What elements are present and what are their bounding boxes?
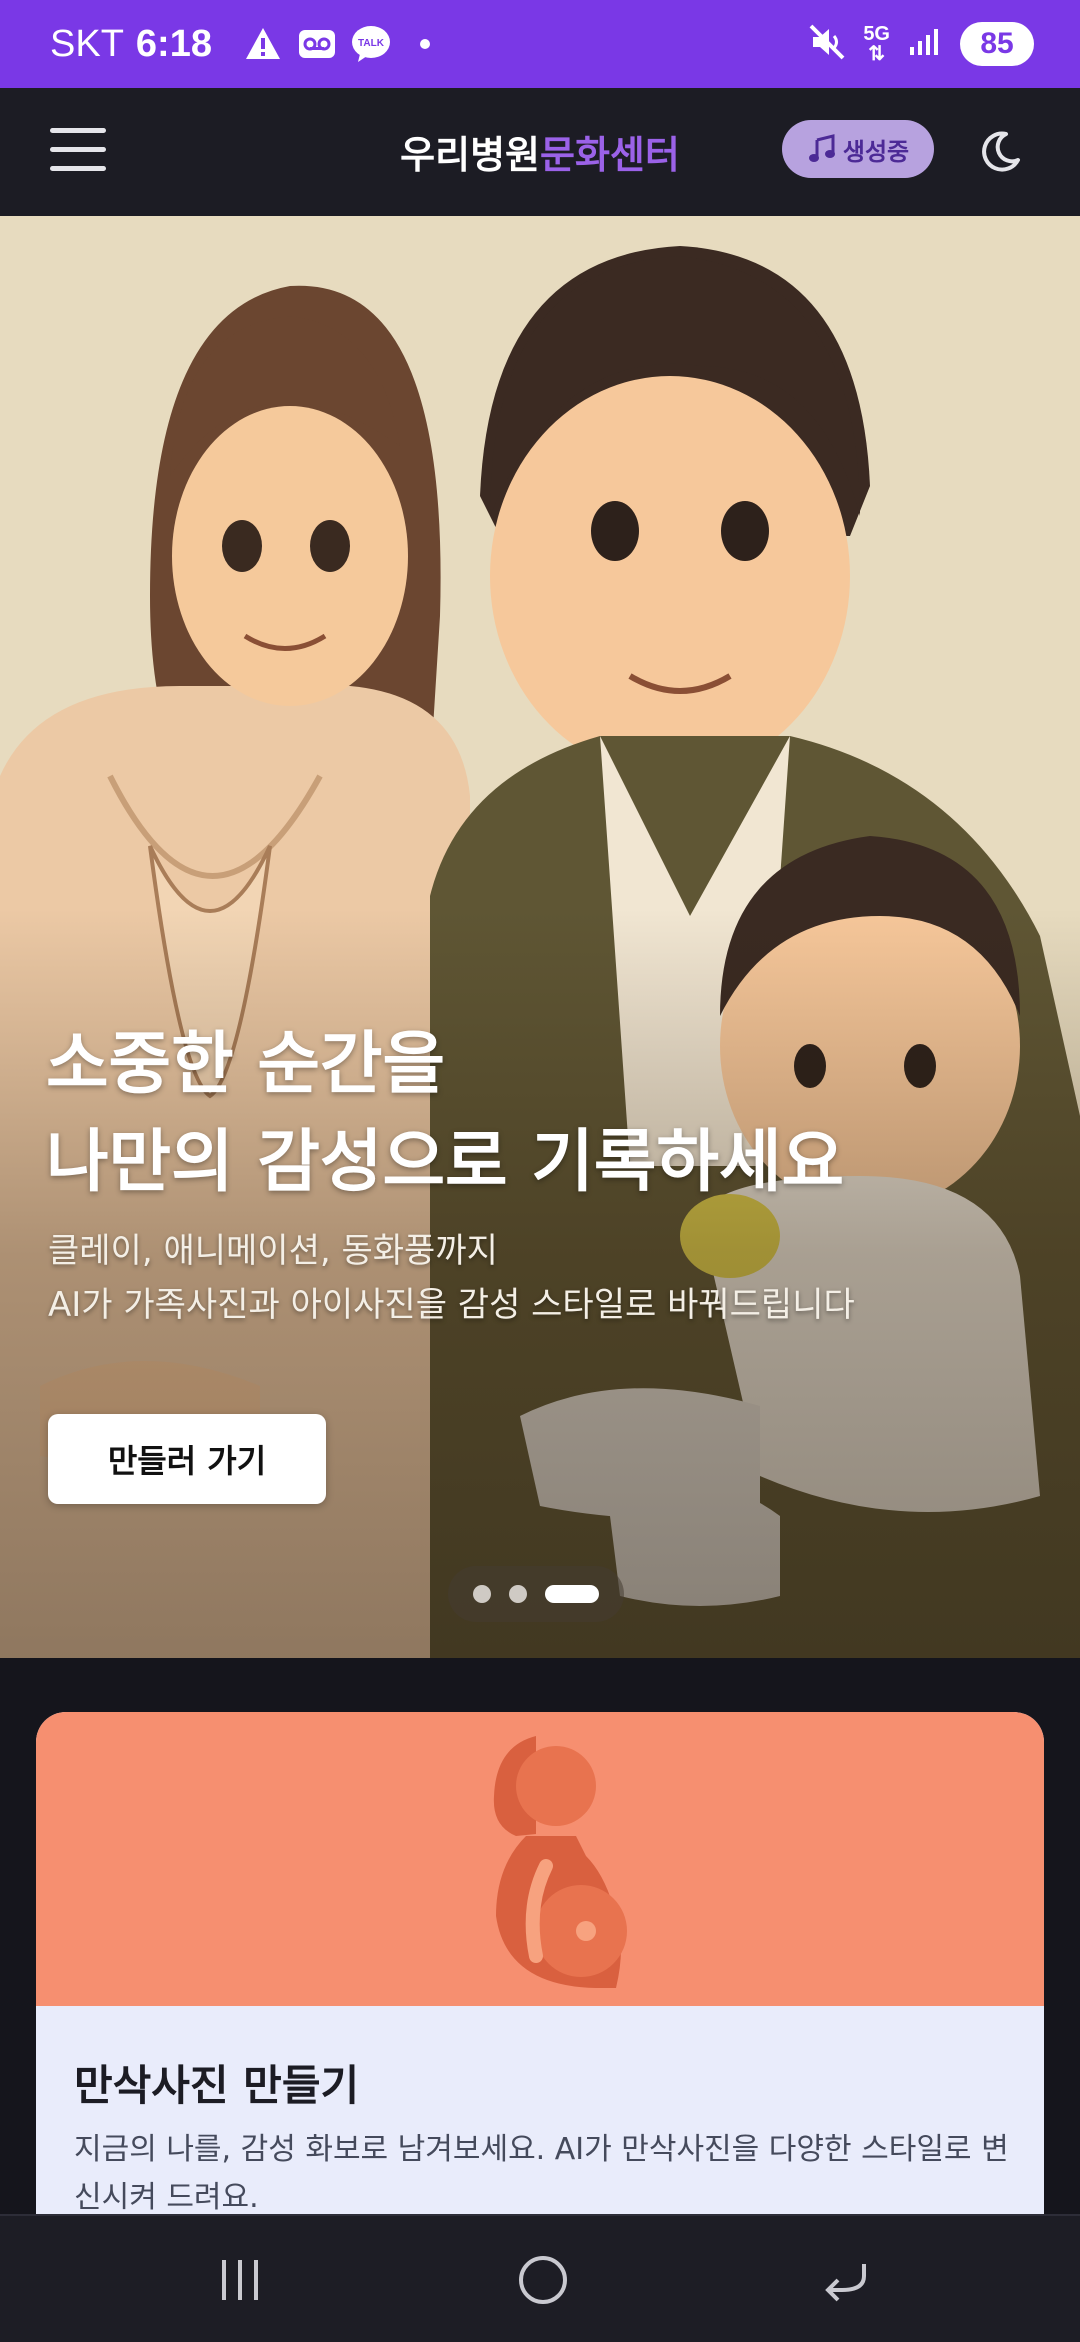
moon-icon xyxy=(982,131,1020,172)
home-button[interactable] xyxy=(503,2250,583,2310)
brand-title-part1: 우리병원 xyxy=(400,133,540,177)
brand-title-part2: 문화센터 xyxy=(540,133,680,177)
hero-title: 소중한 순간을 나만의 감성으로 기록하세요 xyxy=(46,1016,1046,1212)
talk-icon-label: TALK xyxy=(358,38,385,49)
hero-subtitle: 클레이, 애니메이션, 동화풍까지 AI가 가족사진과 아이사진을 감성 스타일… xyxy=(48,1224,1058,1332)
make-now-button[interactable]: 만들러 가기 xyxy=(48,1414,326,1504)
home-icon xyxy=(519,2256,567,2304)
card-description: 지금의 나를, 감성 화보로 남겨보세요. AI가 만삭사진을 다양한 스타일로… xyxy=(74,2132,1009,2215)
system-nav-bar xyxy=(0,2214,1080,2342)
carousel-dot[interactable] xyxy=(509,1585,527,1603)
music-note-icon xyxy=(808,134,835,162)
back-icon xyxy=(825,2264,866,2302)
carousel-dot[interactable] xyxy=(473,1585,491,1603)
card-banner xyxy=(36,1712,1044,2006)
hero-subtitle-line2: AI가 가족사진과 아이사진을 감성 스타일로 바꿔드립니다 xyxy=(48,1285,855,1325)
network-type: 5G ⇅ xyxy=(863,24,890,64)
app-header: 우리병원문화센터 생성중 xyxy=(0,88,1080,216)
hero-carousel[interactable]: 소중한 순간을 나만의 감성으로 기록하세요 클레이, 애니메이션, 동화풍까지… xyxy=(0,216,1080,1658)
alert-icon xyxy=(242,23,284,65)
battery-indicator: 85 xyxy=(960,22,1034,66)
carousel-indicator xyxy=(448,1566,624,1622)
data-arrows-icon: ⇅ xyxy=(868,43,886,65)
hero-subtitle-line1: 클레이, 애니메이션, 동화풍까지 xyxy=(48,1231,498,1271)
carrier-label: SKT xyxy=(50,22,124,65)
pregnant-woman-icon xyxy=(493,1736,627,1988)
dark-mode-toggle[interactable] xyxy=(976,128,1024,176)
clock: 6:18 xyxy=(135,22,212,65)
recent-apps-button[interactable] xyxy=(200,2250,280,2310)
back-button[interactable] xyxy=(806,2250,886,2310)
recent-apps-icon xyxy=(222,2260,258,2300)
hero-title-line1: 소중한 순간을 xyxy=(46,1025,446,1104)
hamburger-icon-line xyxy=(50,128,106,133)
card-title: 만삭사진 만들기 xyxy=(74,2061,360,2110)
hamburger-icon-line xyxy=(50,147,106,152)
talk-icon: TALK xyxy=(350,23,392,65)
hero-title-line2: 나만의 감성으로 기록하세요 xyxy=(46,1123,845,1202)
voicemail-icon xyxy=(296,23,338,65)
generating-label: 생성중 xyxy=(842,137,910,166)
dot-icon xyxy=(404,23,446,65)
menu-button[interactable] xyxy=(50,128,106,178)
status-left: SKT 6:18 TALK xyxy=(50,23,446,66)
status-right: 5G ⇅ 85 xyxy=(809,22,1034,66)
mute-icon xyxy=(809,24,845,65)
generating-status-button[interactable]: 생성중 xyxy=(782,120,934,178)
signal-icon xyxy=(908,27,942,62)
status-bar: SKT 6:18 TALK 5G ⇅ 85 xyxy=(0,0,1080,88)
hamburger-icon-line xyxy=(50,166,106,171)
carousel-dot-active[interactable] xyxy=(545,1585,599,1603)
network-label: 5G xyxy=(863,23,890,45)
